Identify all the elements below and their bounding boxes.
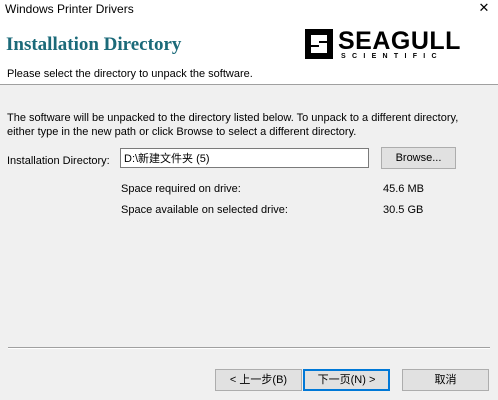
seagull-logo-icon xyxy=(305,29,333,59)
close-icon[interactable]: ✕ xyxy=(476,0,492,16)
back-button[interactable]: < 上一步(B) xyxy=(215,369,302,391)
footer-separator xyxy=(8,347,490,349)
space-available-value: 30.5 GB xyxy=(383,204,424,216)
install-dir-input[interactable] xyxy=(120,148,369,168)
seagull-logo: SEAGULL SCIENTIFIC xyxy=(305,27,463,63)
browse-button[interactable]: Browse... xyxy=(381,147,456,169)
page-subtitle: Please select the directory to unpack th… xyxy=(7,68,253,80)
intro-line-2: either type in the new path or click Bro… xyxy=(7,126,357,138)
wizard-header: Installation Directory Please select the… xyxy=(0,18,498,85)
install-dir-label: Installation Directory: xyxy=(7,155,110,167)
intro-text: The software will be unpacked to the dir… xyxy=(7,111,487,139)
logo-wordmark: SEAGULL xyxy=(338,27,461,55)
space-available-label: Space available on selected drive: xyxy=(121,204,288,216)
next-button[interactable]: 下一页(N) > xyxy=(303,369,390,391)
window-title: Windows Printer Drivers xyxy=(5,2,134,16)
space-required-value: 45.6 MB xyxy=(383,183,424,195)
space-required-label: Space required on drive: xyxy=(121,183,241,195)
intro-line-1: The software will be unpacked to the dir… xyxy=(7,112,459,124)
logo-subtitle: SCIENTIFIC xyxy=(341,53,443,60)
page-title: Installation Directory xyxy=(6,34,182,55)
cancel-button[interactable]: 取消 xyxy=(402,369,489,391)
title-bar: Windows Printer Drivers ✕ xyxy=(0,0,498,18)
